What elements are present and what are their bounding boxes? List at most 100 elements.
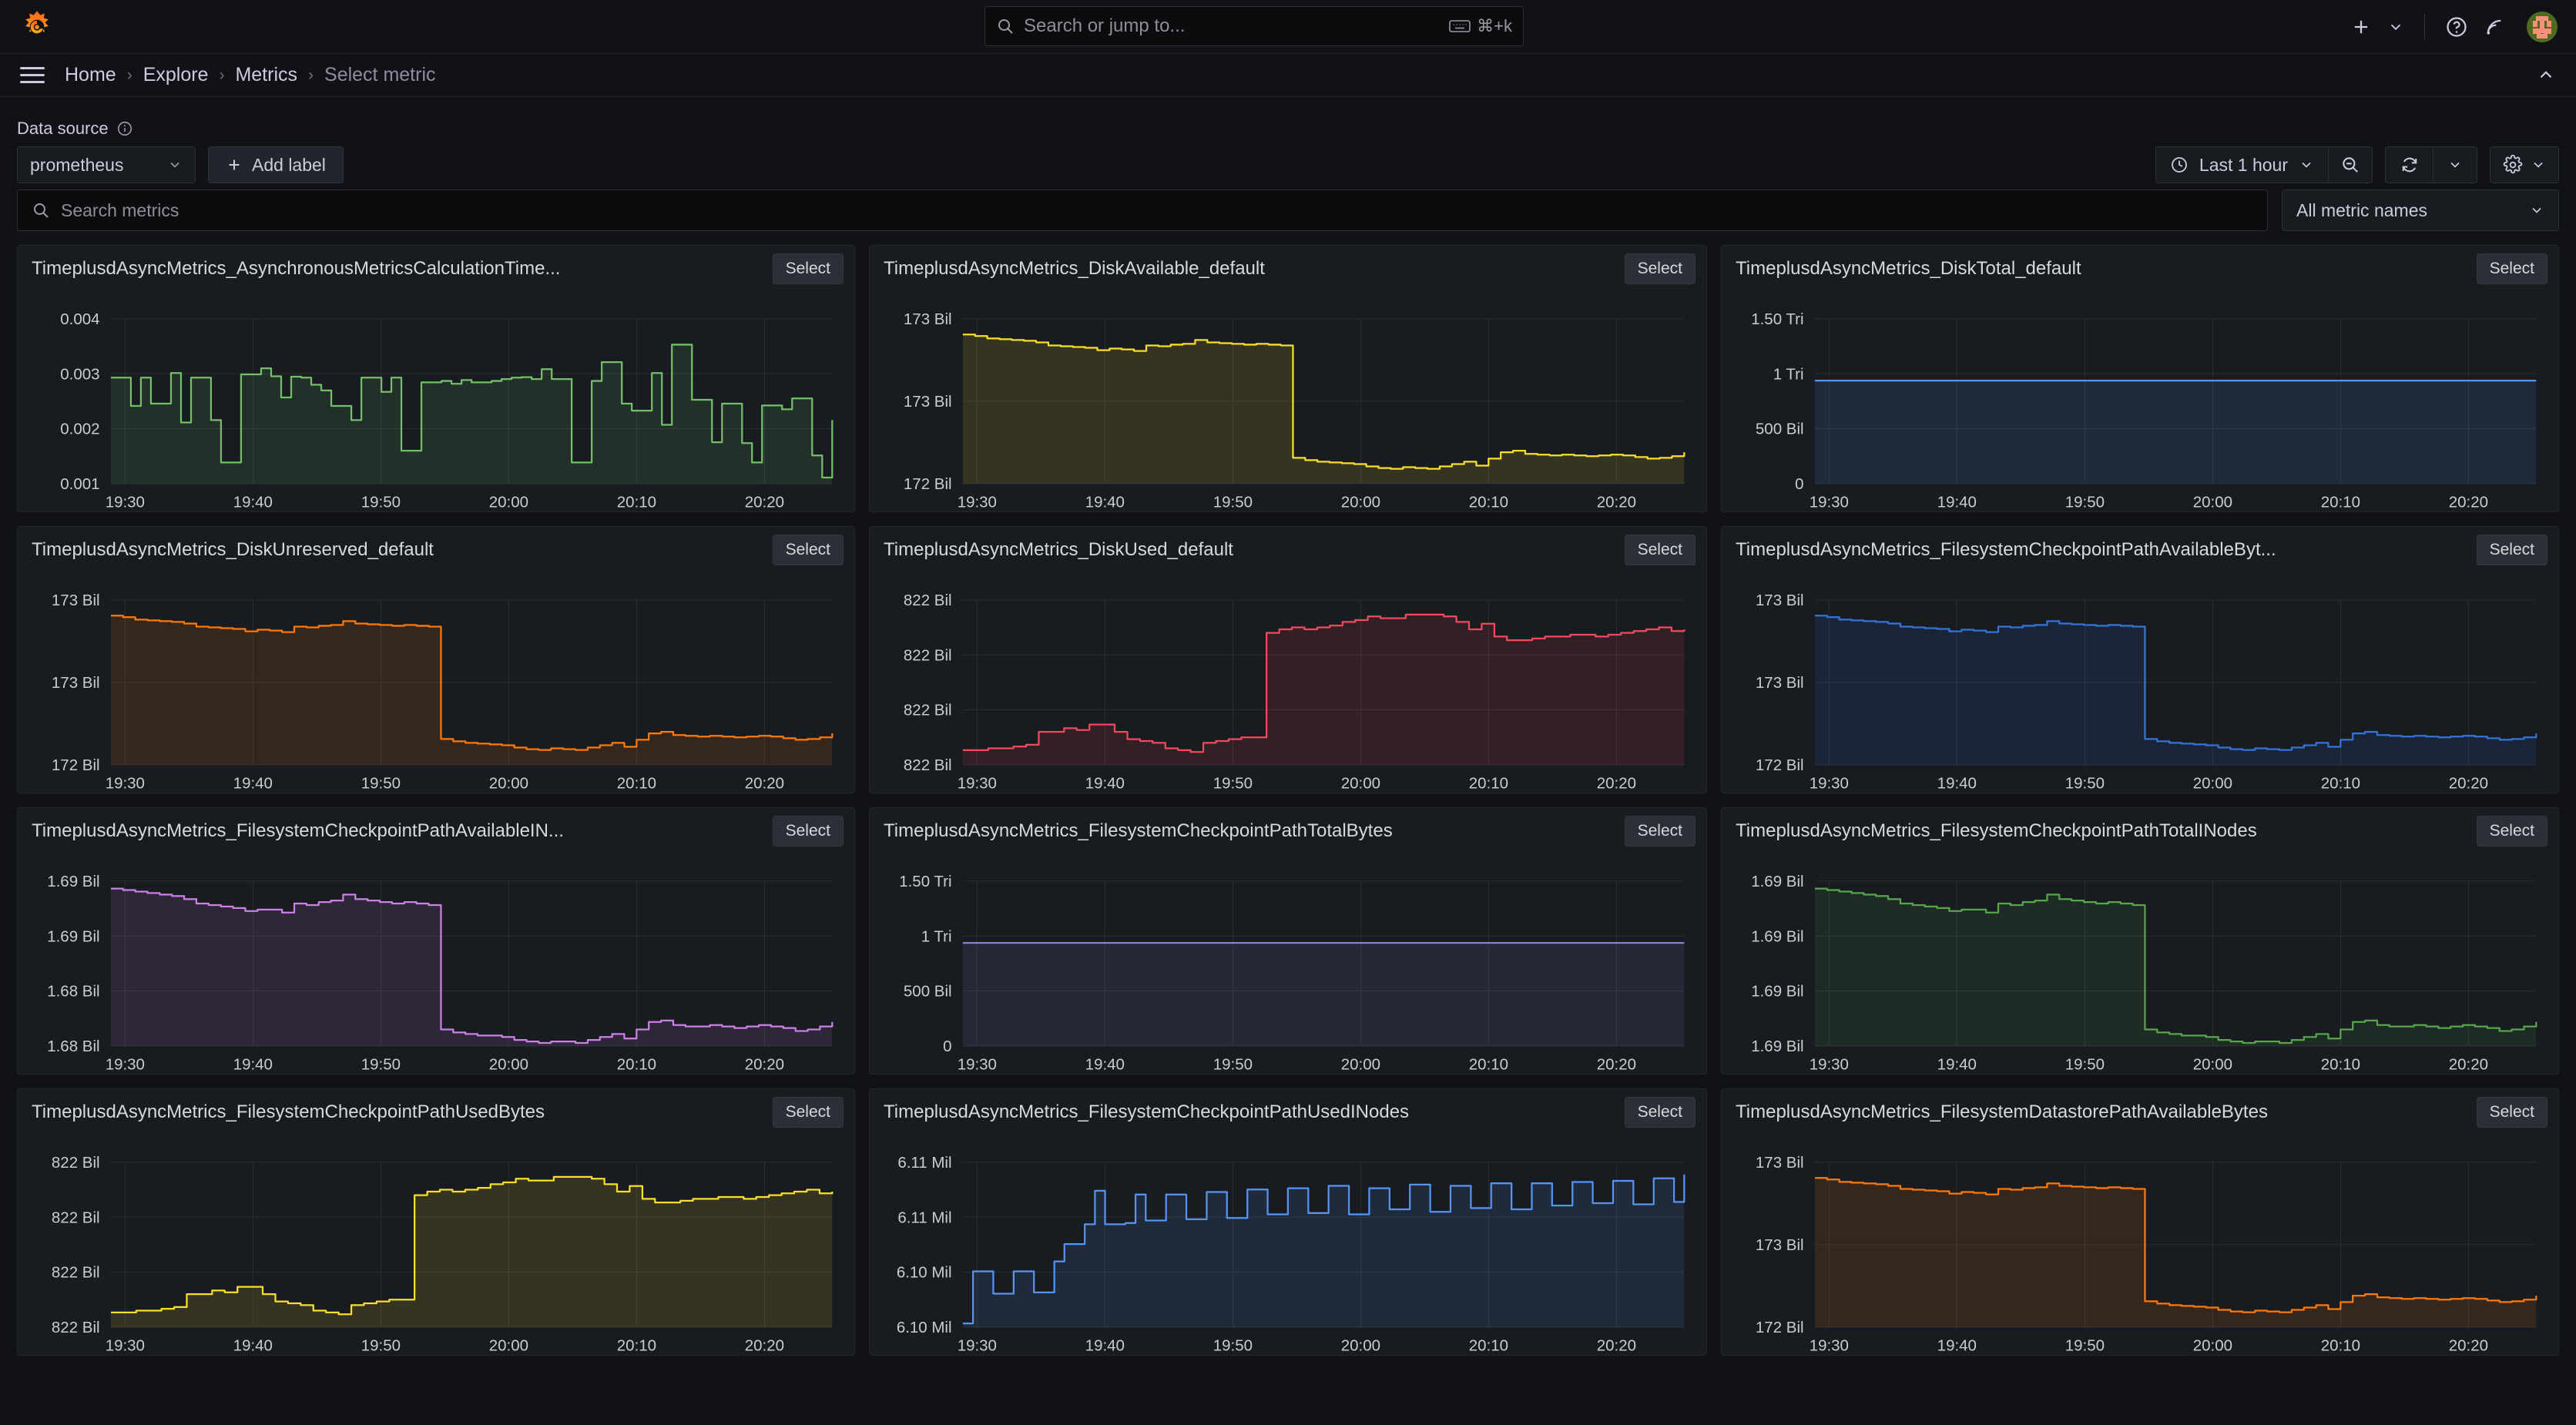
panel-title: TimeplusdAsyncMetrics_FilesystemCheckpoi… bbox=[32, 820, 564, 841]
svg-text:173 Bil: 173 Bil bbox=[1756, 1154, 1804, 1172]
grafana-logo-link[interactable] bbox=[0, 10, 74, 44]
panel-chart[interactable]: 173 Bil 173 Bil 172 Bil 19:30 19:40 19:50 20:0… bbox=[1722, 573, 2558, 793]
panel-header: TimeplusdAsyncMetrics_FilesystemCheckpoi… bbox=[1722, 808, 2558, 854]
svg-text:500 Bil: 500 Bil bbox=[1756, 421, 1804, 438]
svg-text:19:40: 19:40 bbox=[233, 1337, 273, 1355]
news-button[interactable] bbox=[2476, 7, 2513, 47]
svg-text:19:30: 19:30 bbox=[1810, 775, 1849, 793]
panel-chart[interactable]: 173 Bil 173 Bil 172 Bil 19:30 19:40 19:50 20:0… bbox=[870, 292, 1706, 511]
panel-chart[interactable]: 1.69 Bil 1.69 Bil 1.69 Bil 1.69 Bil 19:30 19:… bbox=[1722, 854, 2558, 1074]
metric-panel: TimeplusdAsyncMetrics_AsynchronousMetric… bbox=[17, 245, 855, 512]
zoom-out-button[interactable] bbox=[2328, 146, 2373, 183]
select-metric-button[interactable]: Select bbox=[1624, 253, 1696, 284]
breadcrumb: Home › Explore › Metrics › Select metric bbox=[65, 64, 436, 86]
panel-chart[interactable]: 1.50 Tri 1 Tri 500 Bil 0 19:30 19:40 19:50 20:0… bbox=[870, 854, 1706, 1074]
search-metrics-placeholder: Search metrics bbox=[61, 200, 179, 220]
breadcrumb-item-home[interactable]: Home bbox=[65, 64, 116, 86]
svg-text:6.10 Mil: 6.10 Mil bbox=[897, 1319, 952, 1336]
svg-text:19:50: 19:50 bbox=[2065, 494, 2105, 511]
datasource-label: Data source bbox=[17, 119, 109, 138]
svg-text:20:00: 20:00 bbox=[1341, 1056, 1380, 1074]
panel-chart[interactable]: 173 Bil 173 Bil 172 Bil 19:30 19:40 19:50 20:0… bbox=[18, 573, 854, 793]
keyboard-icon bbox=[1449, 20, 1471, 32]
select-metric-button[interactable]: Select bbox=[2476, 535, 2547, 565]
panel-chart[interactable]: 1.50 Tri 1 Tri 500 Bil 0 19:30 19:40 19:50 20:0… bbox=[1722, 292, 2558, 511]
new-item-chevron[interactable] bbox=[2380, 7, 2412, 47]
refresh-interval-picker[interactable] bbox=[2433, 146, 2477, 183]
select-metric-button[interactable]: Select bbox=[772, 253, 844, 284]
search-shortcut-hint: ⌘+k bbox=[1449, 16, 1512, 36]
timeseries-chart: 1.50 Tri 1 Tri 500 Bil 0 19:30 19:40 19:50 20:0… bbox=[1751, 310, 2537, 511]
metric-panel: TimeplusdAsyncMetrics_DiskAvailable_defa… bbox=[869, 245, 1707, 512]
svg-text:1.68 Bil: 1.68 Bil bbox=[47, 1038, 99, 1055]
collapse-toolbar-button[interactable] bbox=[2536, 65, 2556, 89]
svg-text:19:30: 19:30 bbox=[958, 1056, 997, 1074]
select-metric-button[interactable]: Select bbox=[1624, 816, 1696, 847]
user-avatar[interactable] bbox=[2527, 12, 2558, 42]
time-range-picker[interactable]: Last 1 hour bbox=[2155, 146, 2328, 183]
svg-text:0.002: 0.002 bbox=[60, 421, 99, 438]
select-metric-button[interactable]: Select bbox=[1624, 535, 1696, 565]
timeseries-chart: 173 Bil 173 Bil 172 Bil 19:30 19:40 19:50 20:0… bbox=[1756, 1154, 2537, 1355]
refresh-icon bbox=[2402, 157, 2417, 173]
svg-text:0.003: 0.003 bbox=[60, 365, 99, 383]
svg-text:20:00: 20:00 bbox=[489, 775, 528, 793]
panel-chart[interactable]: 0.004 0.003 0.002 0.001 19:30 19:40 19:50 20:00… bbox=[18, 292, 854, 511]
metric-names-filter[interactable]: All metric names bbox=[2282, 189, 2559, 231]
select-metric-button[interactable]: Select bbox=[772, 816, 844, 847]
select-metric-button[interactable]: Select bbox=[2476, 253, 2547, 284]
add-label-button[interactable]: Add label bbox=[208, 146, 344, 183]
svg-text:19:40: 19:40 bbox=[1085, 494, 1125, 511]
series-area bbox=[1814, 381, 2537, 484]
topnav-divider bbox=[2424, 14, 2425, 40]
panel-chart[interactable]: 822 Bil 822 Bil 822 Bil 822 Bil 19:30 19:40 19… bbox=[18, 1135, 854, 1355]
info-circle-icon[interactable] bbox=[116, 120, 133, 137]
svg-text:0: 0 bbox=[943, 1038, 951, 1055]
plus-icon bbox=[229, 159, 240, 170]
timeseries-chart: 0.004 0.003 0.002 0.001 19:30 19:40 19:50 20:00… bbox=[60, 310, 834, 511]
datasource-picker[interactable]: prometheus bbox=[17, 146, 196, 183]
panel-header: TimeplusdAsyncMetrics_FilesystemCheckpoi… bbox=[870, 1089, 1706, 1135]
svg-text:20:00: 20:00 bbox=[489, 1337, 528, 1355]
breadcrumb-item-select-metric: Select metric bbox=[324, 64, 436, 86]
svg-text:20:20: 20:20 bbox=[1597, 1337, 1636, 1355]
breadcrumb-item-explore[interactable]: Explore bbox=[143, 64, 209, 86]
hamburger-menu-icon[interactable] bbox=[17, 60, 48, 91]
svg-text:6.10 Mil: 6.10 Mil bbox=[897, 1264, 952, 1282]
select-metric-button[interactable]: Select bbox=[2476, 816, 2547, 847]
refresh-button[interactable] bbox=[2385, 146, 2433, 183]
panel-chart[interactable]: 173 Bil 173 Bil 172 Bil 19:30 19:40 19:50 20:0… bbox=[1722, 1135, 2558, 1355]
panel-header: TimeplusdAsyncMetrics_FilesystemCheckpoi… bbox=[18, 808, 854, 854]
svg-text:19:30: 19:30 bbox=[958, 1337, 997, 1355]
svg-text:173 Bil: 173 Bil bbox=[1756, 592, 1804, 609]
search-metrics-input[interactable]: Search metrics bbox=[17, 189, 2268, 231]
help-circle-icon bbox=[2447, 17, 2467, 37]
svg-text:822 Bil: 822 Bil bbox=[904, 592, 952, 609]
metric-panel: TimeplusdAsyncMetrics_FilesystemCheckpoi… bbox=[869, 807, 1707, 1075]
help-button[interactable] bbox=[2437, 7, 2476, 47]
explore-settings-button[interactable] bbox=[2490, 146, 2559, 183]
svg-text:1.69 Bil: 1.69 Bil bbox=[1751, 983, 1803, 1001]
svg-text:1 Tri: 1 Tri bbox=[921, 927, 952, 945]
svg-text:19:50: 19:50 bbox=[2065, 1056, 2105, 1074]
svg-text:19:40: 19:40 bbox=[1085, 775, 1125, 793]
new-item-button[interactable] bbox=[2343, 7, 2380, 47]
chevron-down-icon bbox=[2532, 207, 2541, 213]
svg-text:20:10: 20:10 bbox=[1469, 494, 1508, 511]
select-metric-button[interactable]: Select bbox=[2476, 1097, 2547, 1128]
svg-text:20:00: 20:00 bbox=[1341, 1337, 1380, 1355]
breadcrumb-bar: Home › Explore › Metrics › Select metric bbox=[0, 54, 2576, 97]
breadcrumb-item-metrics[interactable]: Metrics bbox=[235, 64, 297, 86]
panel-chart[interactable]: 1.69 Bil 1.69 Bil 1.68 Bil 1.68 Bil 19:30 19:… bbox=[18, 854, 854, 1074]
select-metric-button[interactable]: Select bbox=[772, 1097, 844, 1128]
select-metric-button[interactable]: Select bbox=[1624, 1097, 1696, 1128]
panel-chart[interactable]: 6.11 Mil 6.11 Mil 6.10 Mil 6.10 Mil 19:30 19:… bbox=[870, 1135, 1706, 1355]
svg-text:19:40: 19:40 bbox=[1085, 1337, 1125, 1355]
panel-chart[interactable]: 822 Bil 822 Bil 822 Bil 822 Bil 19:30 19:40 19… bbox=[870, 573, 1706, 793]
series-area bbox=[110, 888, 833, 1046]
svg-text:0.001: 0.001 bbox=[60, 475, 99, 493]
global-search-bar[interactable]: Search or jump to... ⌘+k bbox=[984, 6, 1524, 46]
svg-text:0.004: 0.004 bbox=[60, 310, 99, 328]
select-metric-button[interactable]: Select bbox=[772, 535, 844, 565]
svg-text:19:30: 19:30 bbox=[106, 1337, 145, 1355]
